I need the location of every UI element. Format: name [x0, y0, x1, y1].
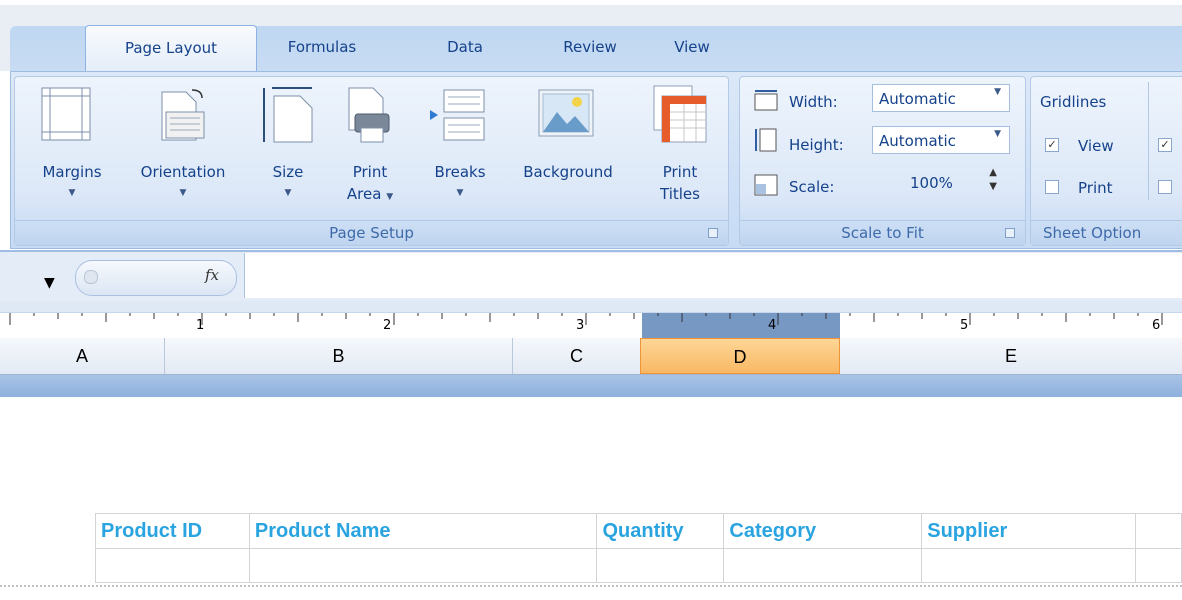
margins-label: Margins — [42, 163, 102, 181]
horizontal-ruler: 1 2 3 4 5 6 — [0, 313, 1182, 339]
print-titles-label-2: Titles — [660, 185, 700, 203]
height-combo[interactable]: Automatic ▼ — [872, 126, 1010, 154]
margins-dropdown-icon: ▼ — [68, 188, 76, 198]
ruler-separator — [0, 301, 1182, 313]
insert-function-icon[interactable]: fx — [205, 266, 219, 284]
column-header-b[interactable]: B — [165, 338, 513, 374]
header-cell-product-name[interactable]: Product Name — [248, 513, 598, 549]
scale-to-fit-dialog-launcher-icon[interactable] — [1005, 228, 1015, 238]
ruler-label-4: 4 — [768, 318, 777, 333]
scale-spinner[interactable]: 100% ▲ ▼ — [895, 167, 1010, 196]
headings-view-checkbox[interactable]: ✓ — [1158, 138, 1172, 152]
product-table: Product ID Product Name Quantity Categor… — [95, 513, 1182, 583]
table-cell[interactable] — [596, 548, 725, 583]
print-titles-label-1: Print — [662, 163, 698, 181]
gridlines-label: Gridlines — [1040, 93, 1107, 111]
orientation-dropdown-icon: ▼ — [179, 188, 187, 198]
breaks-label: Breaks — [434, 163, 486, 181]
width-dropdown-icon: ▼ — [994, 87, 1001, 97]
table-cell[interactable] — [921, 548, 1137, 583]
tab-view[interactable]: View — [662, 25, 722, 65]
table-cell[interactable] — [248, 548, 598, 583]
ruler-ticks — [9, 313, 1163, 325]
height-label: Height: — [789, 136, 844, 154]
sheet-options-divider — [1148, 82, 1149, 200]
ruler-label-1: 1 — [196, 318, 205, 333]
page-setup-dialog-launcher-icon[interactable] — [708, 228, 718, 238]
table-header-row: Product ID Product Name Quantity Categor… — [95, 513, 1182, 549]
size-dropdown-icon: ▼ — [284, 188, 292, 198]
header-cell-category[interactable]: Category — [723, 513, 923, 549]
scale-to-fit-group-label: Scale to Fit — [740, 220, 1025, 245]
formula-input[interactable] — [244, 253, 1182, 298]
gridlines-print-checkbox[interactable] — [1045, 180, 1059, 194]
column-header-d[interactable]: D — [640, 338, 840, 374]
gridlines-view-label: View — [1078, 137, 1114, 155]
scale-icon — [754, 174, 778, 196]
table-cell[interactable] — [1135, 548, 1182, 583]
width-icon — [754, 90, 778, 111]
breaks-icon — [430, 89, 485, 141]
header-cell-empty[interactable] — [1135, 513, 1182, 549]
ruler-label-2: 2 — [383, 318, 392, 333]
ruler-label-3: 3 — [576, 318, 585, 333]
ruler-label-6: 6 — [1152, 318, 1161, 333]
tab-review[interactable]: Review — [545, 25, 635, 65]
height-dropdown-icon: ▼ — [994, 129, 1001, 139]
print-area-icon — [348, 87, 390, 143]
width-label: Width: — [789, 93, 838, 111]
expand-formula-icon[interactable] — [84, 270, 98, 284]
spin-down-icon[interactable]: ▼ — [989, 181, 997, 193]
sheet-options-group-label: Sheet Option — [1031, 220, 1182, 245]
size-icon — [263, 87, 313, 143]
size-label: Size — [272, 163, 304, 181]
height-icon — [755, 128, 777, 152]
page-header-band — [0, 375, 1182, 397]
table-cell[interactable] — [723, 548, 923, 583]
spin-up-icon[interactable]: ▲ — [989, 167, 997, 179]
table-row — [95, 548, 1182, 583]
header-cell-quantity[interactable]: Quantity — [596, 513, 725, 549]
excel-window: Page Layout Formulas Data Review View Pa… — [0, 0, 1182, 600]
tab-formulas[interactable]: Formulas — [272, 25, 372, 65]
page-setup-group-label: Page Setup — [15, 220, 728, 245]
print-titles-icon — [653, 85, 707, 143]
tab-data[interactable]: Data — [430, 25, 500, 65]
orientation-icon — [161, 89, 205, 141]
headings-print-checkbox[interactable] — [1158, 180, 1172, 194]
header-cell-product-id[interactable]: Product ID — [95, 513, 250, 549]
column-header-c[interactable]: C — [513, 338, 641, 374]
margins-icon — [41, 87, 91, 141]
orientation-label: Orientation — [140, 163, 226, 181]
name-box-dropdown-icon[interactable]: ▼ — [44, 275, 55, 291]
header-cell-supplier[interactable]: Supplier — [921, 513, 1137, 549]
print-area-label-1: Print — [352, 163, 388, 181]
column-header-e[interactable]: E — [840, 338, 1182, 374]
print-area-label-2: Area ▼ — [346, 185, 394, 203]
page-break-line — [0, 585, 1182, 587]
column-header-a[interactable]: A — [0, 338, 165, 374]
width-combo[interactable]: Automatic ▼ — [872, 84, 1010, 112]
background-icon — [538, 89, 594, 137]
tab-page-layout[interactable]: Page Layout — [85, 25, 257, 74]
gridlines-view-checkbox[interactable]: ✓ — [1045, 138, 1059, 152]
gridlines-print-label: Print — [1078, 179, 1113, 197]
table-cell[interactable] — [95, 548, 250, 583]
scale-value: 100% — [910, 174, 953, 192]
breaks-dropdown-icon: ▼ — [456, 188, 464, 198]
width-value: Automatic — [879, 90, 956, 108]
background-label: Background — [523, 163, 613, 181]
height-value: Automatic — [879, 132, 956, 150]
ruler-label-5: 5 — [960, 318, 969, 333]
scale-label: Scale: — [789, 178, 835, 196]
